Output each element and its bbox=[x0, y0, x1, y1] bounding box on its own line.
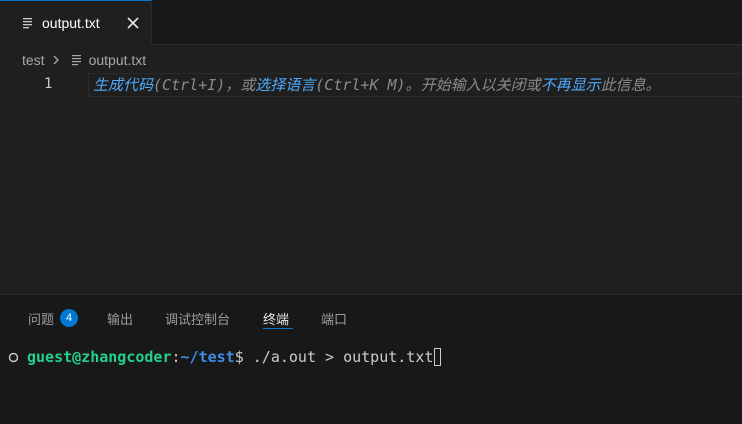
hint-text: 此信息。 bbox=[600, 76, 661, 94]
bottom-panel: 问题 4 输出 调试控制台 终端 端口 guest@zhangcoder: ~/t… bbox=[0, 294, 742, 424]
tab-output-label: 输出 bbox=[107, 312, 134, 328]
prompt-user-host: guest@zhangcoder bbox=[27, 348, 172, 366]
active-tab-indicator bbox=[263, 328, 293, 329]
file-lines-icon bbox=[23, 18, 32, 29]
tab-terminal-label: 终端 bbox=[263, 312, 290, 328]
terminal-line[interactable]: guest@zhangcoder: ~/test $ ./a.out > outpu… bbox=[8, 347, 442, 367]
tab-ports-label: 端口 bbox=[321, 312, 348, 328]
breadcrumb-file[interactable]: output.txt bbox=[89, 52, 147, 68]
terminal-cursor bbox=[434, 348, 442, 366]
tab-debug-console-label: 调试控制台 bbox=[165, 312, 231, 328]
tab-problems-label: 问题 bbox=[28, 312, 55, 328]
tab-label: output.txt bbox=[42, 15, 100, 31]
line-number: 1 bbox=[44, 76, 53, 92]
close-icon[interactable] bbox=[126, 16, 140, 30]
chevron-right-icon bbox=[53, 55, 59, 65]
terminal-command: ./a.out > output.txt bbox=[243, 348, 434, 366]
editor-tab-bar: output.txt bbox=[0, 0, 742, 45]
tab-problems[interactable]: 问题 4 bbox=[28, 307, 79, 329]
tab-ports[interactable]: 端口 bbox=[321, 307, 347, 329]
problems-count-badge: 4 bbox=[60, 309, 79, 327]
tab-debug-console[interactable]: 调试控制台 bbox=[165, 307, 230, 329]
select-language-link[interactable]: 选择语言 bbox=[255, 76, 315, 94]
generate-code-link[interactable]: 生成代码 bbox=[93, 76, 153, 94]
tab-terminal[interactable]: 终端 bbox=[263, 307, 289, 329]
dont-show-again-link[interactable]: 不再显示 bbox=[541, 76, 601, 94]
breadcrumb-folder[interactable]: test bbox=[22, 52, 45, 68]
tab-output[interactable]: 输出 bbox=[107, 307, 133, 329]
editor-area[interactable]: 1 生成代码(Ctrl+I)，或选择语言(Ctrl+K M)。开始输入以关闭或不… bbox=[0, 73, 742, 294]
prompt-dollar: $ bbox=[234, 348, 244, 366]
prompt-colon: : bbox=[171, 348, 181, 366]
tab-output-txt[interactable]: output.txt bbox=[0, 0, 152, 45]
hint-text: (Ctrl+K M)。开始输入以关闭或 bbox=[315, 76, 541, 94]
empty-editor-hint: 生成代码(Ctrl+I)，或选择语言(Ctrl+K M)。开始输入以关闭或不再显… bbox=[88, 73, 742, 97]
vscode-window: output.txt test output.txt 1 生成代码(Ctrl+I… bbox=[0, 0, 742, 424]
command-status-circle-icon[interactable] bbox=[8, 352, 19, 363]
prompt-path: ~/test bbox=[180, 348, 235, 366]
file-lines-icon bbox=[71, 55, 81, 66]
breadcrumb: test output.txt bbox=[0, 46, 742, 74]
hint-text: (Ctrl+I)，或 bbox=[153, 76, 256, 94]
